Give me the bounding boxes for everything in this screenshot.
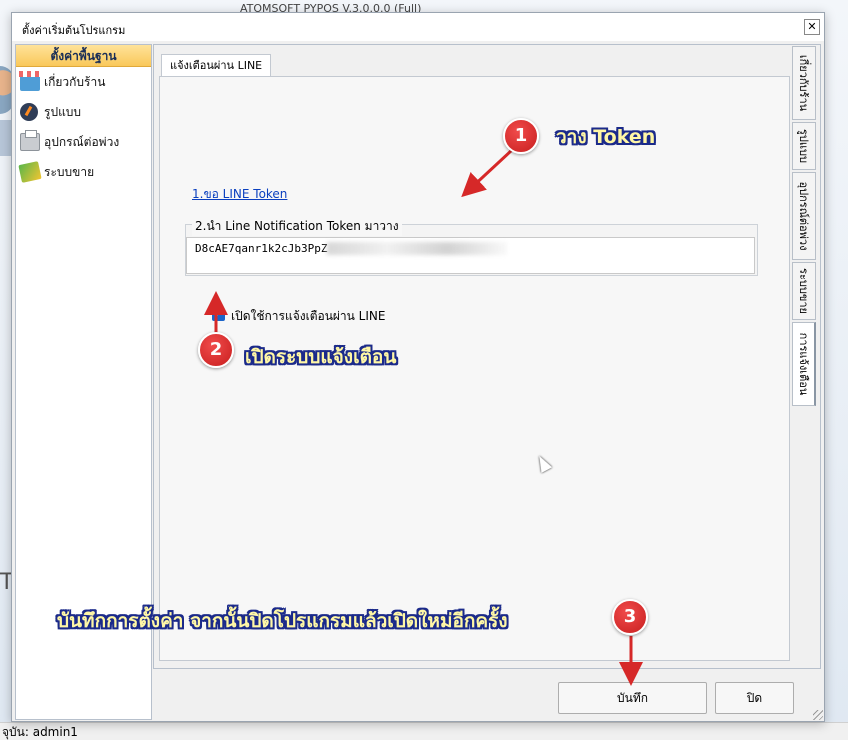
- step-1-text: วาง Token: [556, 126, 656, 148]
- close-icon[interactable]: ✕: [804, 19, 820, 35]
- nav-item-peripherals[interactable]: อุปกรณ์ต่อพ่วง: [16, 127, 151, 157]
- enable-line-notify-checkbox[interactable]: ✓: [212, 308, 225, 321]
- token-value: D8cAE7qanr1k2cJb3PpZ: [195, 242, 328, 255]
- side-tab-label: ระบบขาย: [797, 268, 810, 314]
- side-tab-label: การแจ้งเตือน: [796, 332, 810, 396]
- side-tab-notification[interactable]: การแจ้งเตือน: [792, 322, 816, 406]
- status-bar: จุบัน: admin1: [0, 722, 848, 740]
- enable-line-notify-label[interactable]: เปิดใช้การแจ้งเตือนผ่าน LINE: [231, 307, 385, 326]
- tab-line-notify[interactable]: แจ้งเตือนผ่าน LINE: [161, 54, 272, 77]
- store-icon: [19, 71, 41, 91]
- side-tab-label: เกี่ยวกับร้าน: [797, 54, 810, 112]
- side-tab-peripherals[interactable]: อุปกรณ์ต่อพ่วง: [792, 172, 816, 260]
- vertical-tab-strip: เกี่ยวกับร้าน รูปแบบ อุปกรณ์ต่อพ่วง ระบบ…: [792, 46, 818, 666]
- step-3-badge: 3: [612, 599, 648, 635]
- side-tab-label: รูปแบบ: [797, 129, 810, 163]
- save-button[interactable]: บันทึก: [558, 682, 707, 714]
- nav-item-sales-system[interactable]: ระบบขาย: [16, 157, 151, 187]
- nav-item-label: เกี่ยวกับร้าน: [44, 75, 106, 89]
- nav-item-label: ระบบขาย: [44, 165, 95, 179]
- sale-icon: [18, 161, 42, 183]
- side-tab-style[interactable]: รูปแบบ: [792, 122, 816, 170]
- side-tab-label: อุปกรณ์ต่อพ่วง: [797, 181, 810, 251]
- token-group-label: 2.นำ Line Notification Token มาวาง: [192, 217, 402, 236]
- nav-item-style[interactable]: รูปแบบ: [16, 97, 151, 127]
- get-line-token-link[interactable]: 1.ขอ LINE Token: [192, 185, 287, 204]
- step-2-text: เปิดระบบแจ้งเตือน: [245, 346, 397, 368]
- palette-icon: [20, 103, 38, 121]
- printer-icon: [20, 130, 40, 151]
- nav-item-label: รูปแบบ: [44, 105, 82, 119]
- side-tab-about-store[interactable]: เกี่ยวกับร้าน: [792, 46, 816, 120]
- token-redaction-blur: [327, 242, 507, 255]
- nav-header[interactable]: ตั้งค่าพื้นฐาน: [16, 45, 151, 67]
- step-2-badge: 2: [198, 332, 234, 368]
- token-group: 2.นำ Line Notification Token มาวาง D8cAE…: [185, 217, 758, 276]
- dialog-title: ตั้งค่าเริ่มต้นโปรแกรม: [22, 24, 126, 37]
- resize-grip-icon[interactable]: [813, 710, 823, 720]
- side-tab-sales-system[interactable]: ระบบขาย: [792, 262, 816, 320]
- dialog-titlebar[interactable]: ตั้งค่าเริ่มต้นโปรแกรม ✕: [12, 13, 824, 41]
- close-button[interactable]: ปิด: [715, 682, 794, 714]
- step-1-badge: 1: [503, 118, 539, 154]
- nav-item-label: อุปกรณ์ต่อพ่วง: [44, 135, 120, 149]
- nav-item-about-store[interactable]: เกี่ยวกับร้าน: [16, 67, 151, 97]
- token-input[interactable]: D8cAE7qanr1k2cJb3PpZ: [186, 237, 755, 274]
- step-3-text: บันทึกการตั้งค่า จากนั้นปิดโปรแกรมแล้วเป…: [57, 610, 508, 632]
